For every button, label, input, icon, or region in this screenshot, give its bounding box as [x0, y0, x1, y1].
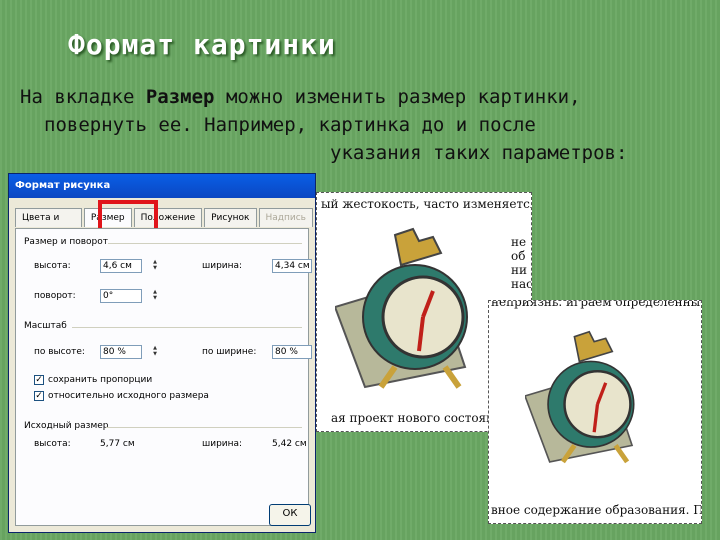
scale-height-field[interactable]: 80 %	[100, 345, 142, 359]
doc-text: ни	[511, 263, 527, 277]
doc-text: об	[511, 249, 526, 263]
height-field[interactable]: 4,6 см	[100, 259, 142, 273]
relative-original-label: относительно исходного размера	[48, 391, 209, 401]
ok-button[interactable]: ОК	[269, 504, 311, 526]
scale-width-field[interactable]: 80 %	[272, 345, 312, 359]
scale-height-label: по высоте:	[34, 347, 85, 357]
original-height-value: 5,77 см	[100, 439, 135, 449]
document-after: неприязнь. играем определенные вное соде…	[488, 300, 702, 524]
doc-text: вное содержание образования. Поз	[491, 503, 702, 517]
scale-width-label: по ширине:	[202, 347, 257, 357]
tab-textbox: Надпись	[258, 208, 313, 227]
group-divider	[108, 243, 302, 244]
slide-text-line-3: указания таких параметров:	[330, 142, 628, 164]
original-height-label: высота:	[34, 439, 71, 449]
scale-height-spinner[interactable]: ▲ ▼	[150, 345, 160, 359]
doc-text: ая проект нового состояния	[331, 411, 510, 425]
group-size-rotation: Размер и поворот	[24, 237, 109, 247]
doc-text: ый жестокость, часто изменяется	[321, 197, 532, 211]
tab-picture[interactable]: Рисунок	[204, 208, 257, 227]
rotation-field[interactable]: 0°	[100, 289, 142, 303]
alarm-clock-image-scaled	[525, 330, 635, 464]
slide-text-line-2: повернуть ее. Например, картинка до и по…	[44, 114, 536, 136]
height-label: высота:	[34, 261, 71, 271]
keep-proportions-label: сохранить пропорции	[48, 375, 153, 385]
rotation-label: поворот:	[34, 291, 76, 301]
dialog-tabs: Цвета и линии Размер Положение Рисунок Н…	[15, 208, 315, 241]
original-width-value: 5,42 см	[272, 439, 307, 449]
format-picture-dialog: Формат рисунка Цвета и линии Размер Поло…	[8, 173, 316, 533]
group-original-size: Исходный размер	[24, 421, 109, 431]
group-scale: Масштаб	[24, 321, 67, 331]
doc-text: неприязнь. играем определенные	[491, 300, 702, 309]
width-label: ширина:	[202, 261, 243, 271]
doc-text: не	[511, 235, 527, 249]
tab-colors-lines[interactable]: Цвета и линии	[15, 208, 82, 241]
group-divider	[106, 427, 302, 428]
size-tab-panel: Размер и поворот высота: 4,6 см ▲ ▼ ширин…	[15, 228, 312, 526]
height-spinner[interactable]: ▲ ▼	[150, 259, 160, 273]
original-width-label: ширина:	[202, 439, 243, 449]
dialog-titlebar: Формат рисунка	[9, 174, 315, 198]
width-field[interactable]: 4,34 см	[272, 259, 312, 273]
slide-text-line-1: На вкладке Размер можно изменить размер …	[20, 86, 581, 108]
alarm-clock-image	[335, 227, 468, 389]
group-divider	[72, 327, 302, 328]
relative-original-checkbox[interactable]: ✓	[34, 391, 44, 401]
slide-title: Формат картинки	[68, 28, 336, 61]
keep-proportions-checkbox[interactable]: ✓	[34, 375, 44, 385]
keyword-size: Размер	[145, 86, 215, 108]
rotation-spinner[interactable]: ▲ ▼	[150, 289, 160, 303]
doc-text: нас	[511, 277, 532, 291]
